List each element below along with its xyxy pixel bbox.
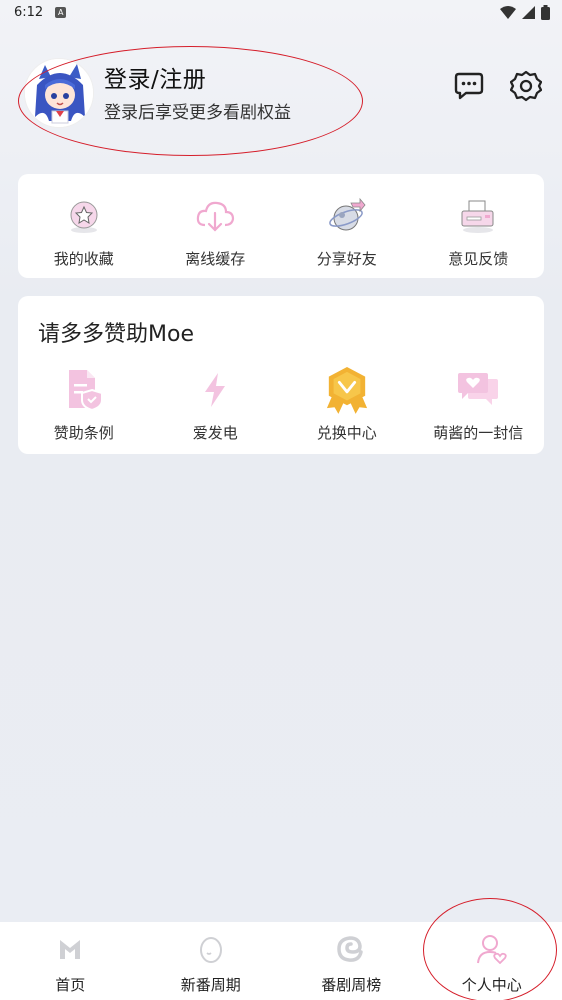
- favorite-star-icon: [62, 194, 106, 238]
- sponsor-item-label: 爱发电: [192, 424, 238, 442]
- tab-personal-center[interactable]: 个人中心: [422, 922, 562, 1000]
- sponsor-item-letter[interactable]: 萌酱的一封信: [413, 368, 545, 443]
- tab-label: 番剧周榜: [321, 976, 382, 994]
- quick-action-label: 意见反馈: [448, 250, 509, 268]
- avatar[interactable]: [24, 58, 94, 128]
- wifi-icon: [500, 6, 516, 19]
- share-planet-icon: [325, 194, 369, 238]
- bottom-nav: 首页 新番周期 番剧周榜 个人中心: [0, 922, 562, 1000]
- egg-icon: [196, 934, 226, 964]
- tab-weekly-rank[interactable]: 番剧周榜: [281, 922, 422, 1000]
- home-m-icon: [55, 934, 85, 964]
- lightning-icon: [193, 368, 237, 412]
- document-shield-icon: [62, 368, 106, 412]
- sponsor-item-terms[interactable]: 赞助条例: [18, 368, 150, 443]
- quick-action-label: 分享好友: [316, 250, 377, 268]
- swirl-icon: [336, 934, 366, 964]
- person-heart-icon: [476, 934, 507, 964]
- cloud-download-icon: [193, 194, 237, 238]
- quick-action-label: 离线缓存: [185, 250, 246, 268]
- a-icon: A: [55, 6, 67, 18]
- status-icons: [500, 5, 550, 20]
- chat-heart-icon: [456, 368, 500, 412]
- message-icon[interactable]: [453, 70, 485, 102]
- sponsor-item-label: 赞助条例: [53, 424, 114, 442]
- gear-icon[interactable]: [510, 70, 542, 102]
- sponsor-item-redeem[interactable]: 兑换中心: [281, 367, 413, 443]
- quick-actions-card: 我的收藏 离线缓存 分享好友 意见反馈: [18, 174, 544, 278]
- sponsor-item-label: 萌酱的一封信: [433, 424, 524, 442]
- feedback-printer-icon: [456, 194, 500, 238]
- tab-home[interactable]: 首页: [0, 922, 141, 1000]
- signal-icon: [522, 6, 535, 19]
- tab-label: 首页: [55, 976, 86, 994]
- quick-action-offline-cache[interactable]: 离线缓存: [150, 194, 282, 269]
- quick-action-share[interactable]: 分享好友: [281, 194, 413, 269]
- quick-action-feedback[interactable]: 意见反馈: [413, 194, 545, 269]
- quick-action-favorites[interactable]: 我的收藏: [18, 194, 150, 269]
- sponsor-card: 请多多赞助Moe 赞助条例 爱发电 兑换中心 萌酱的一封信: [18, 296, 544, 454]
- tab-label: 新番周期: [180, 976, 241, 994]
- sponsor-item-afdian[interactable]: 爱发电: [150, 368, 282, 443]
- sponsor-title: 请多多赞助Moe: [38, 322, 194, 347]
- badge-ribbon-icon: [325, 367, 369, 414]
- status-bar: 6:12 A: [0, 0, 562, 24]
- battery-icon: [541, 5, 550, 20]
- sponsor-item-label: 兑换中心: [316, 424, 377, 442]
- tab-new-season[interactable]: 新番周期: [141, 922, 282, 1000]
- tab-label: 个人中心: [461, 976, 522, 994]
- quick-action-label: 我的收藏: [53, 250, 114, 268]
- login-title[interactable]: 登录/注册: [104, 60, 206, 94]
- status-time: 6:12: [14, 4, 44, 20]
- login-subtitle: 登录后享受更多看剧权益: [104, 103, 291, 123]
